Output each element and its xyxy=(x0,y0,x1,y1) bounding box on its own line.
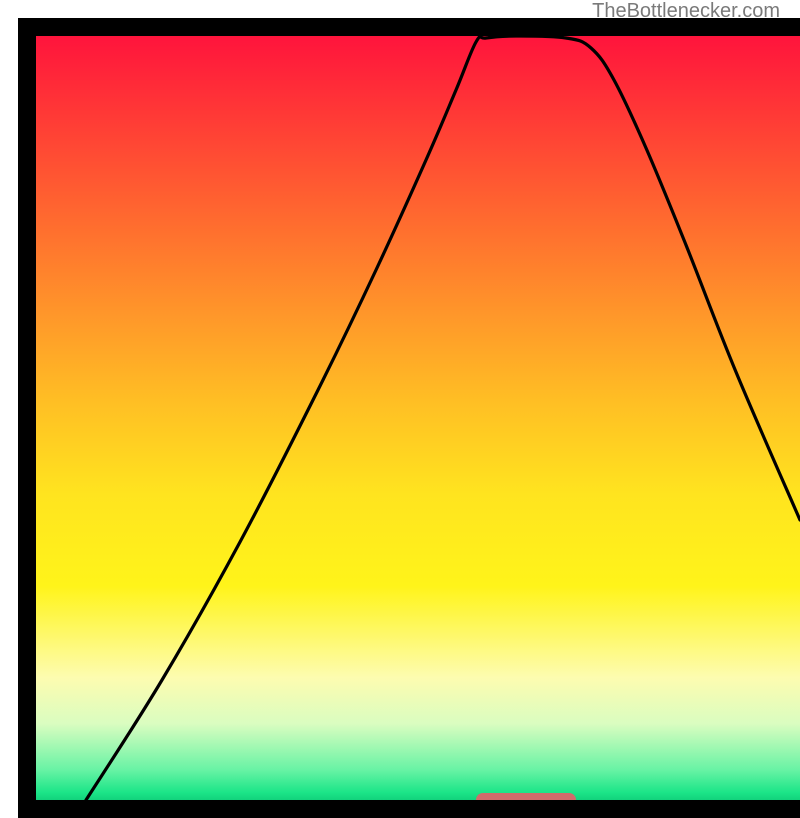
plot-area xyxy=(36,36,800,800)
curve-svg xyxy=(36,36,800,800)
chart-frame xyxy=(18,18,800,818)
chart-container: TheBottlenecker.com xyxy=(0,0,800,800)
watermark-text: TheBottlenecker.com xyxy=(0,0,784,23)
bottleneck-curve xyxy=(86,36,800,800)
optimum-marker xyxy=(476,793,576,807)
